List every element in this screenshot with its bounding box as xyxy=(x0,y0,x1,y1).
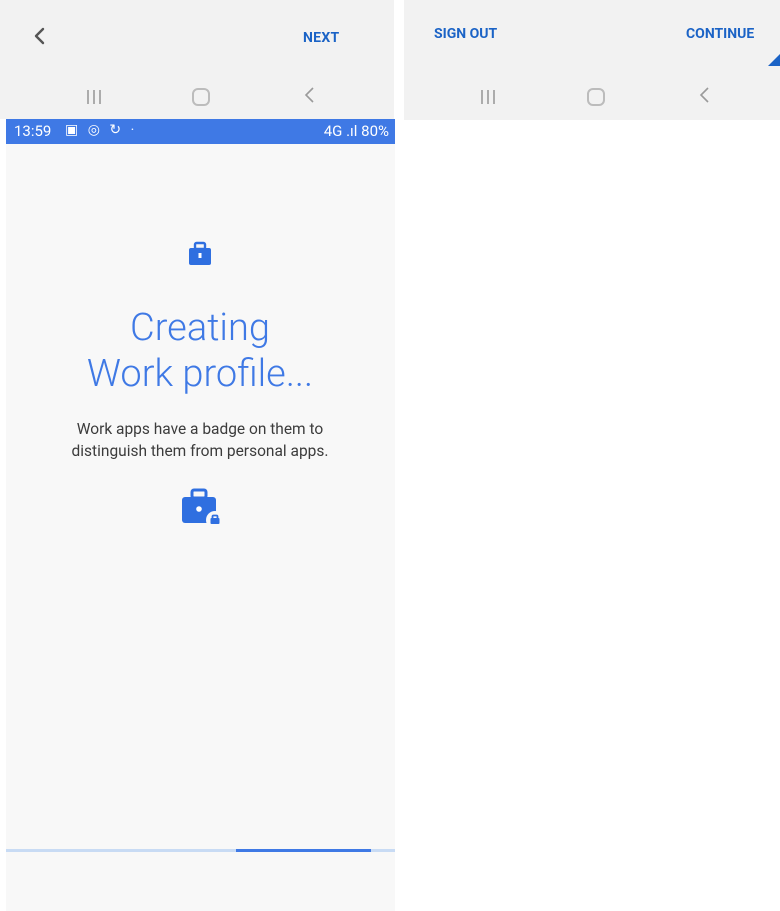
back-icon[interactable] xyxy=(695,85,715,105)
notification-icons: ▣ ◎ ↻ · xyxy=(65,122,138,138)
back-button[interactable] xyxy=(26,22,54,50)
title-line-2: Work profile... xyxy=(86,352,314,396)
sign-out-button[interactable]: SIGN OUT xyxy=(434,26,497,42)
status-indicators: 4G .ıl 80% xyxy=(323,122,389,140)
description-line-1: Work apps have a badge on them to xyxy=(76,420,324,438)
briefcase-badge-icon xyxy=(182,488,224,527)
continue-button[interactable]: CONTINUE xyxy=(686,26,754,42)
recents-icon[interactable] xyxy=(84,87,104,107)
chevron-left-icon xyxy=(34,27,45,45)
title-line-1: Creating xyxy=(130,306,270,350)
progress-fill xyxy=(236,849,371,852)
next-button[interactable]: NEXT xyxy=(303,30,340,46)
description: Work apps have a badge on them to distin… xyxy=(0,418,400,462)
briefcase-icon xyxy=(189,241,211,265)
description-line-2: distinguish them from personal apps. xyxy=(71,442,329,460)
status-bar: 13:59 ▣ ◎ ↻ · 4G .ıl 80% xyxy=(6,119,395,144)
corner-indicator-icon xyxy=(768,54,780,66)
home-icon[interactable] xyxy=(192,88,210,106)
back-icon[interactable] xyxy=(300,85,320,105)
recents-icon[interactable] xyxy=(478,87,498,107)
home-icon[interactable] xyxy=(587,88,605,106)
status-time: 13:59 xyxy=(14,122,52,140)
page-title: Creating Work profile... xyxy=(0,305,400,397)
